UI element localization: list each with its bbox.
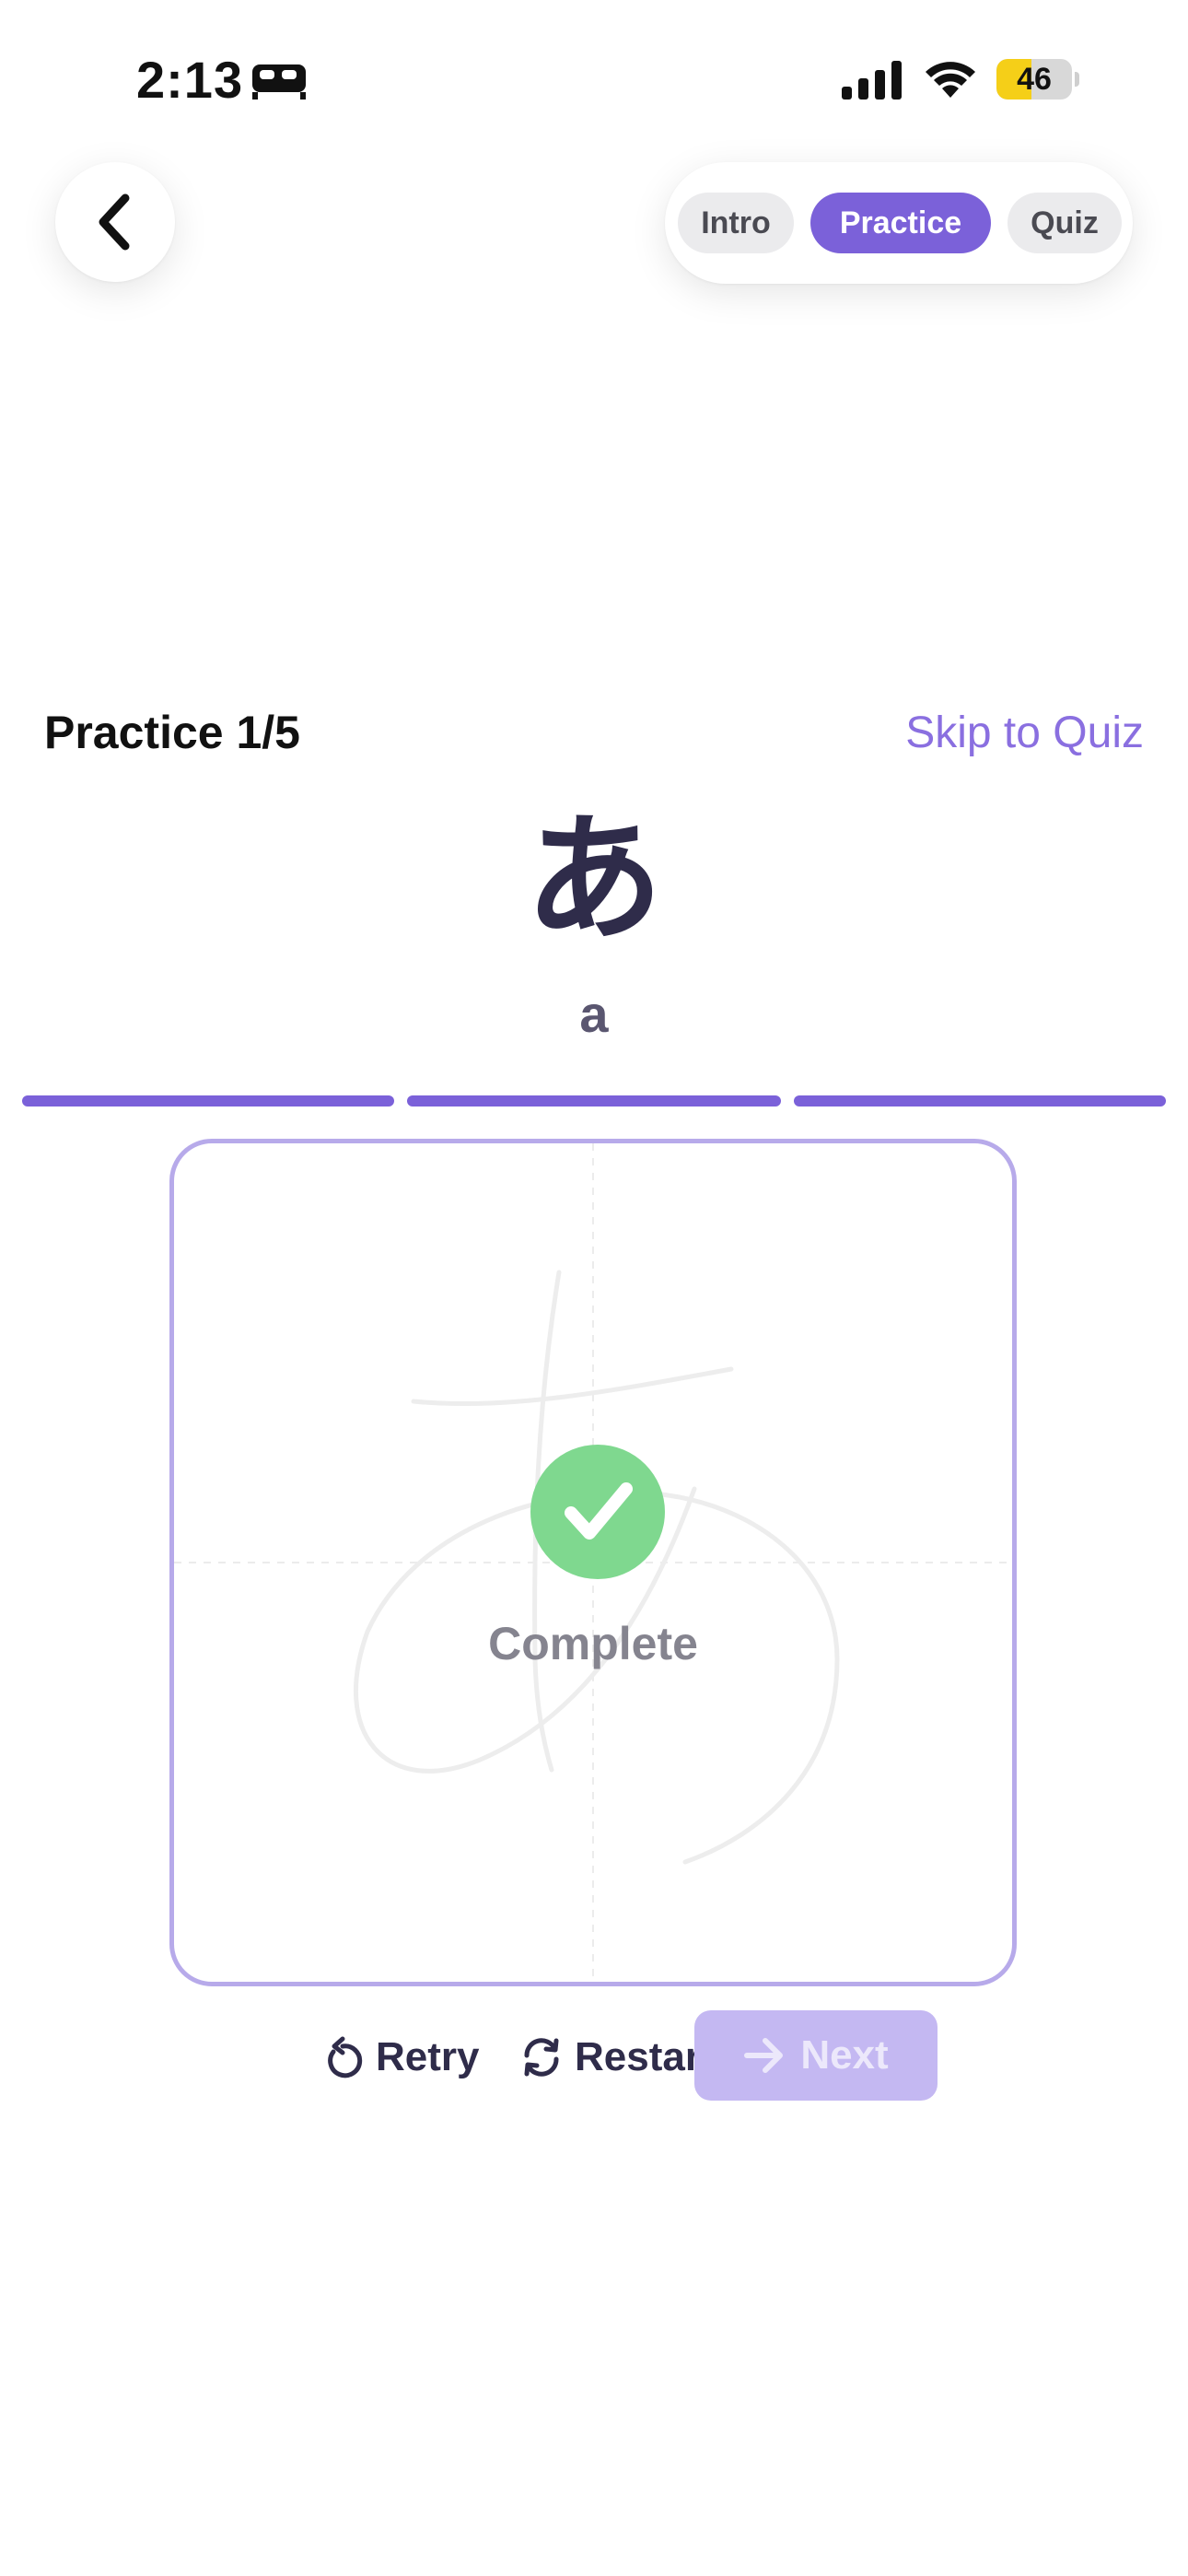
status-time: 2:13 [136, 51, 244, 109]
skip-to-quiz-link[interactable]: Skip to Quiz [905, 708, 1144, 758]
tab-quiz[interactable]: Quiz [1007, 193, 1122, 253]
arrow-right-icon [744, 2038, 784, 2073]
retry-label: Retry [376, 2034, 480, 2079]
back-button[interactable] [55, 162, 175, 282]
next-button[interactable]: Next [694, 2010, 938, 2101]
battery-level: 46 [1017, 62, 1052, 97]
stroke-progress-segment [794, 1095, 1166, 1107]
status-bar: 2:13 46 [0, 0, 1188, 157]
retry-icon [328, 2036, 363, 2078]
stroke-progress-segment [22, 1095, 394, 1107]
retry-button[interactable]: Retry [320, 2016, 480, 2099]
restart-button[interactable]: Restart [519, 2016, 715, 2099]
complete-label: Complete [488, 1618, 698, 1669]
drawing-canvas[interactable]: Complete [169, 1139, 1017, 1986]
practice-title: Practice 1/5 [44, 707, 300, 758]
chevron-left-icon [99, 193, 130, 251]
mode-switch: Intro Practice Quiz [665, 162, 1133, 284]
bed-icon [252, 64, 306, 100]
restart-icon [524, 2038, 559, 2077]
battery-icon: 46 [996, 59, 1079, 100]
complete-badge [530, 1445, 665, 1579]
signal-icon [842, 61, 902, 100]
tab-practice[interactable]: Practice [810, 193, 991, 253]
checkmark-icon [565, 1482, 633, 1540]
next-label: Next [800, 2032, 889, 2078]
restart-label: Restart [575, 2034, 715, 2079]
wifi-icon [926, 62, 975, 98]
kana-character: あ [524, 800, 663, 960]
romaji-label: a [579, 985, 609, 1043]
tab-intro[interactable]: Intro [678, 193, 794, 253]
stroke-progress-segment [407, 1095, 781, 1107]
